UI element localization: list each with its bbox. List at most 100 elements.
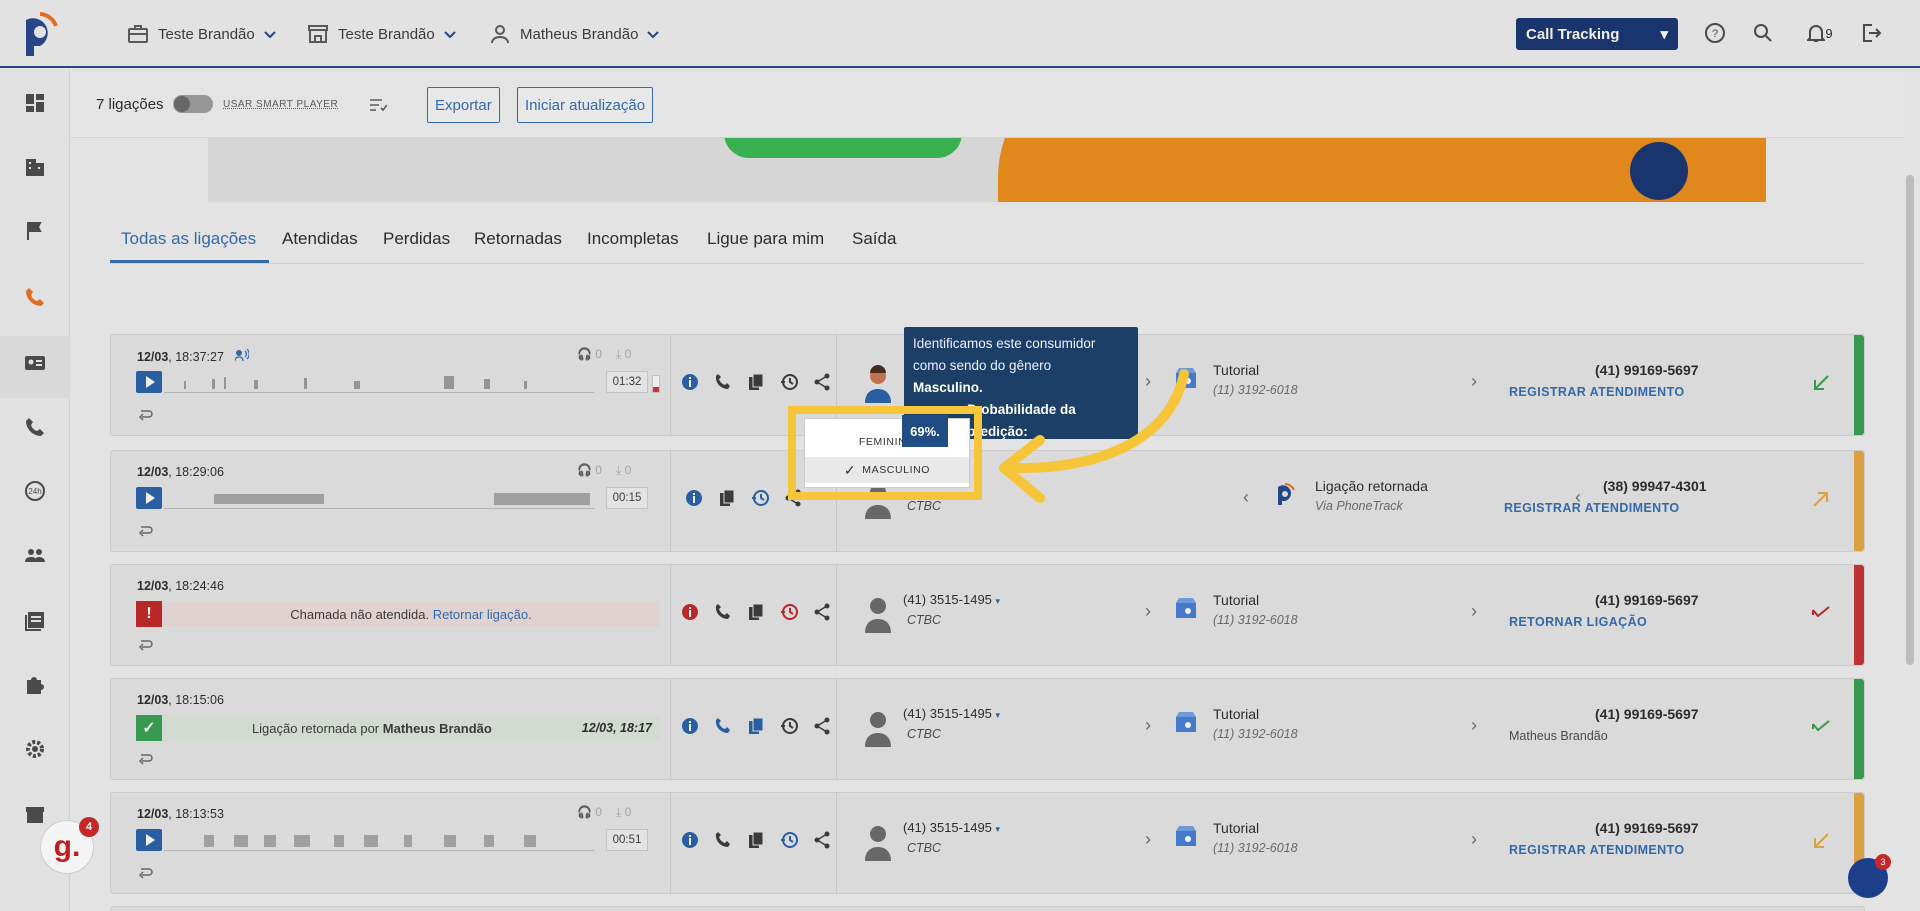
store-selector[interactable]: Teste Brandão — [306, 22, 457, 46]
company-selector[interactable]: Teste Brandão — [126, 22, 277, 46]
waveform[interactable] — [164, 487, 594, 509]
building-icon[interactable] — [24, 156, 46, 178]
share-icon[interactable] — [813, 717, 831, 735]
start-update-button[interactable]: Iniciar atualização — [517, 87, 654, 123]
destination-name: Tutorial — [1213, 820, 1260, 836]
history-icon[interactable] — [751, 489, 769, 507]
info-icon[interactable] — [685, 489, 703, 507]
person-avatar-icon[interactable] — [863, 707, 893, 747]
call-card[interactable]: 12/03, 18:15:06 ✓ Ligação retornada por … — [110, 678, 1865, 780]
origin-carrier: CTBC — [907, 841, 942, 855]
puzzle-icon[interactable] — [24, 674, 46, 696]
info-icon[interactable] — [681, 831, 699, 849]
audio-player[interactable]: 00:15 — [136, 487, 656, 509]
redo-icon[interactable] — [137, 753, 153, 767]
redo-icon[interactable] — [137, 639, 153, 653]
phonetrack-logo[interactable] — [22, 12, 58, 56]
history-icon[interactable] — [780, 717, 798, 735]
copy-icon[interactable] — [747, 717, 765, 735]
phone-icon[interactable] — [714, 717, 732, 735]
call-card[interactable]: 12/03, 18:13:53 🎧 0 ⤓ 0 00:51 (41) 3515-1… — [110, 792, 1865, 894]
speed-icon[interactable]: 24h — [24, 480, 46, 502]
waveform[interactable] — [164, 371, 594, 393]
copy-icon[interactable] — [747, 373, 765, 391]
smart-player-label[interactable]: USAR SMART PLAYER — [223, 99, 338, 110]
history-icon[interactable] — [780, 603, 798, 621]
audio-player[interactable]: 01:32 — [136, 371, 660, 393]
caret-down-icon: ▾ — [995, 824, 1001, 834]
smart-player-toggle[interactable] — [173, 95, 213, 113]
tab-outgoing[interactable]: Saída — [852, 229, 896, 249]
audio-player[interactable]: 00:51 — [136, 829, 656, 851]
person-avatar-icon[interactable] — [863, 821, 893, 861]
export-button[interactable]: Exportar — [427, 87, 500, 123]
copy-icon[interactable] — [747, 603, 765, 621]
sort-list-icon[interactable] — [369, 98, 387, 112]
user-menu[interactable]: Matheus Brandão — [488, 22, 660, 46]
caller-phone[interactable]: (38) 99947-4301 — [1603, 478, 1707, 494]
volume-meter[interactable] — [652, 375, 660, 393]
phone-icon[interactable] — [714, 831, 732, 849]
call-card[interactable]: 12/03, 18:29:06 🎧 0 ⤓ 0 00:15 CTBC ‹ Liga… — [110, 450, 1865, 552]
caller-phone[interactable]: (41) 99169-5697 — [1595, 820, 1699, 836]
store-icon[interactable] — [24, 804, 46, 826]
promo-banner[interactable] — [208, 138, 1766, 202]
call-card[interactable]: 12/03, 18:24:46 ! Chamada não atendida. … — [110, 564, 1865, 666]
redo-icon[interactable] — [137, 409, 153, 423]
phone-icon[interactable] — [24, 416, 46, 438]
search-icon[interactable] — [1750, 20, 1776, 46]
male-avatar-icon[interactable] — [863, 363, 893, 403]
tab-all-calls[interactable]: Todas as ligações — [121, 229, 256, 249]
share-icon[interactable] — [813, 603, 831, 621]
redo-icon[interactable] — [137, 525, 153, 539]
chat-widget-button[interactable]: g. 4 — [40, 817, 99, 874]
team-icon[interactable] — [24, 544, 46, 566]
dashboard-icon[interactable] — [24, 92, 46, 114]
scrollbar[interactable] — [1906, 175, 1914, 665]
product-select[interactable]: Call Tracking ▾ — [1516, 18, 1678, 50]
info-icon[interactable] — [681, 373, 699, 391]
tab-returned[interactable]: Retornadas — [474, 229, 562, 249]
origin-number[interactable]: (41) 3515-1495 ▾ — [903, 706, 1000, 721]
call-card[interactable] — [110, 906, 1865, 911]
help-icon[interactable]: ? — [1702, 20, 1728, 46]
origin-number[interactable]: (41) 3515-1495 ▾ — [903, 592, 1000, 607]
tab-call-me[interactable]: Ligue para mim — [707, 229, 824, 249]
register-service-link[interactable]: REGISTRAR ATENDIMENTO — [1504, 501, 1680, 515]
play-button[interactable] — [136, 487, 162, 509]
waveform[interactable] — [164, 829, 594, 851]
share-icon[interactable] — [813, 831, 831, 849]
register-service-link[interactable]: REGISTRAR ATENDIMENTO — [1509, 385, 1685, 399]
caller-phone[interactable]: (41) 99169-5697 — [1595, 362, 1699, 378]
tab-answered[interactable]: Atendidas — [282, 229, 358, 249]
copy-icon[interactable] — [718, 489, 736, 507]
notifications-button[interactable]: 9 — [1800, 20, 1840, 46]
logout-icon[interactable] — [1858, 20, 1884, 46]
return-call-link[interactable]: Retornar ligação. — [433, 607, 532, 622]
history-icon[interactable] — [780, 373, 798, 391]
origin-number[interactable]: (41) 3515-1495 ▾ — [903, 820, 1000, 835]
play-button[interactable] — [136, 829, 162, 851]
support-chat-button[interactable]: 3 — [1848, 854, 1891, 898]
flag-icon[interactable] — [24, 220, 46, 242]
copy-icon[interactable] — [747, 831, 765, 849]
caller-phone[interactable]: (41) 99169-5697 — [1595, 706, 1699, 722]
register-service-link[interactable]: REGISTRAR ATENDIMENTO — [1509, 843, 1685, 857]
tab-incomplete[interactable]: Incompletas — [587, 229, 679, 249]
tab-missed[interactable]: Perdidas — [383, 229, 450, 249]
phone-icon[interactable] — [714, 603, 732, 621]
caller-phone[interactable]: (41) 99169-5697 — [1595, 592, 1699, 608]
person-avatar-icon[interactable] — [863, 593, 893, 633]
contact-card-icon[interactable] — [24, 352, 46, 374]
phone-icon[interactable] — [714, 373, 732, 391]
info-icon[interactable] — [681, 717, 699, 735]
gear-icon[interactable] — [24, 738, 46, 760]
play-button[interactable] — [136, 371, 162, 393]
share-icon[interactable] — [813, 373, 831, 391]
redo-icon[interactable] — [137, 867, 153, 881]
history-icon[interactable] — [780, 831, 798, 849]
phone-icon[interactable] — [24, 286, 46, 308]
info-icon[interactable] — [681, 603, 699, 621]
reports-icon[interactable] — [24, 610, 46, 632]
return-call-action[interactable]: RETORNAR LIGAÇÃO — [1509, 615, 1647, 629]
